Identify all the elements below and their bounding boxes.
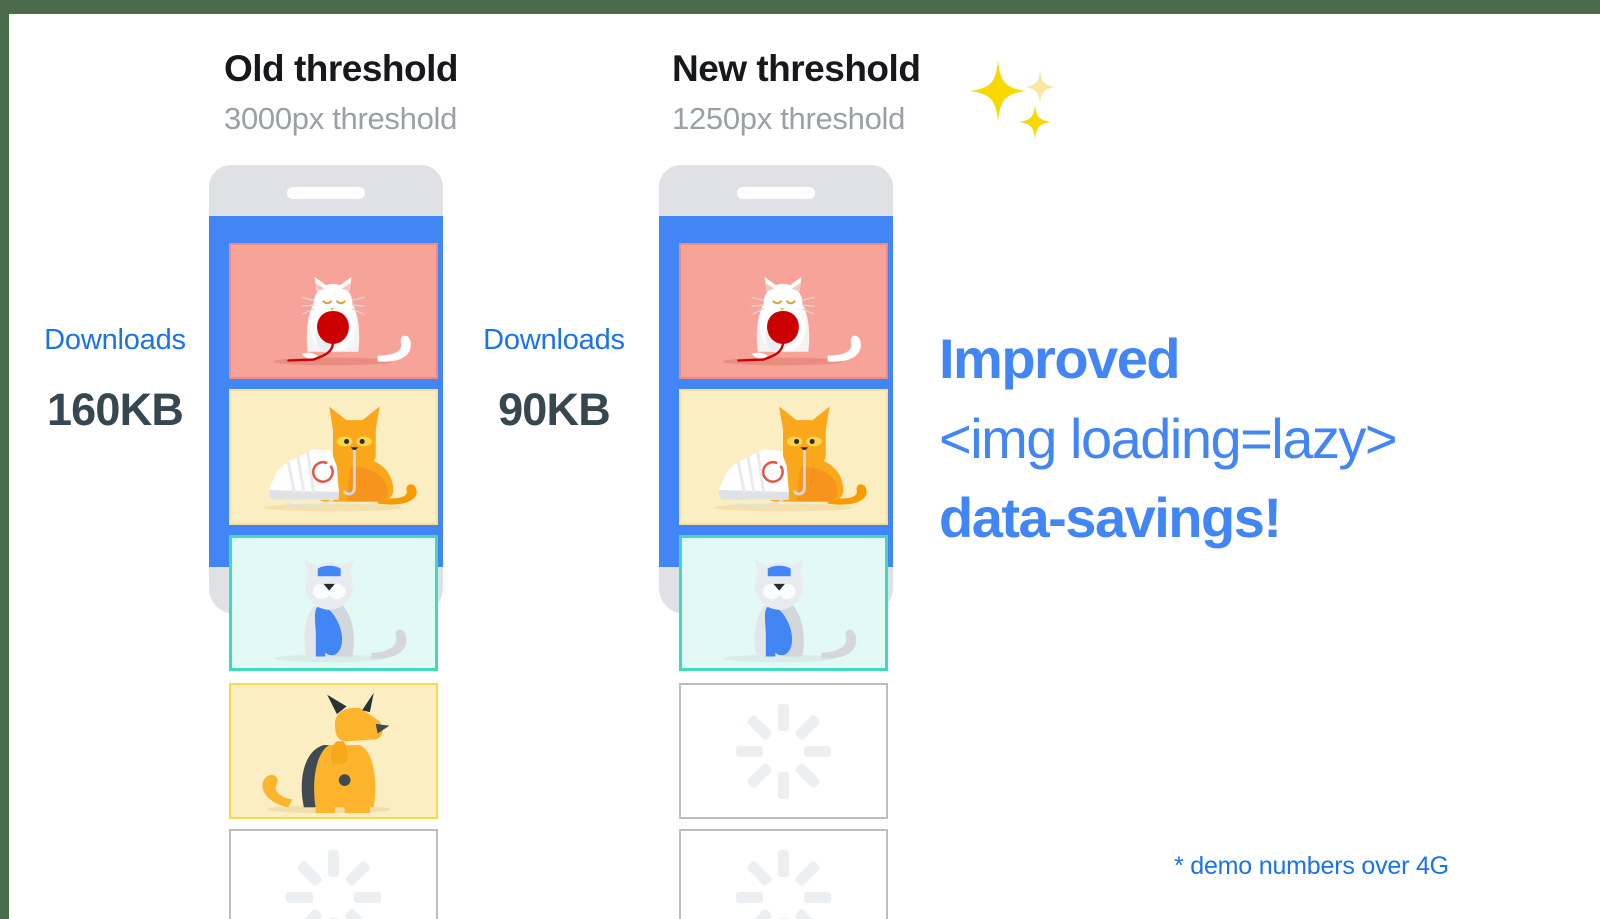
column-title-new: New threshold [672,48,921,89]
image-card-cat-white-yarn[interactable] [679,243,888,379]
image-card-dog-yellow[interactable] [229,683,438,819]
cat-orange-shoe-illustration [263,406,417,512]
image-card-placeholder-spinner[interactable] [679,683,888,819]
sparkles-glyph [970,60,1055,140]
headline-line-3: data-savings! [939,486,1282,550]
downloads-block-old: Downloads 160KB [25,324,205,435]
dog-yellow-illustration [262,692,392,814]
image-card-placeholder-spinner[interactable] [229,829,438,919]
loading-spinner-icon [681,685,886,817]
headline-block: Improved <img loading=lazy> data-savings… [939,319,1579,558]
image-card-cat-orange-shoe[interactable] [679,389,888,525]
loading-spinner-icon [231,831,436,919]
image-card-placeholder-spinner[interactable] [679,829,888,919]
image-card-cat-orange-shoe[interactable] [229,389,438,525]
downloads-label-new: Downloads [483,324,625,356]
downloads-value-new: 90KB [498,384,611,435]
column-title-old: Old threshold [224,48,459,89]
downloads-value-old: 160KB [46,384,184,435]
column-subtitle-old: 3000px threshold [224,100,458,136]
cat-white-yarn-illustration [722,277,861,366]
downloads-block-new: Downloads 90KB [464,324,644,435]
slide-background: Old threshold 3000px threshold New thres… [0,0,1600,919]
phone-speaker-icon [287,187,365,199]
headline-line-2: <img loading=lazy> [939,406,1398,470]
phone-speaker-icon [737,187,815,199]
image-card-cat-blue-grey[interactable] [229,535,438,671]
cat-white-yarn-illustration [272,277,411,366]
cat-orange-shoe-illustration [713,406,867,512]
column-heading-old: Old threshold 3000px threshold [224,48,459,136]
slide-canvas: Old threshold 3000px threshold New thres… [9,14,1600,919]
sparkles-icon [964,56,1060,142]
cat-blue-grey-illustration [723,559,857,663]
image-card-cat-white-yarn[interactable] [229,243,438,379]
downloads-label-old: Downloads [44,324,186,356]
cat-blue-grey-illustration [273,559,407,663]
column-subtitle-new: 1250px threshold [672,100,906,136]
loading-spinner-icon [681,831,886,919]
image-card-cat-blue-grey[interactable] [679,535,888,671]
column-heading-new: New threshold 1250px threshold [672,48,921,136]
footnote-text: * demo numbers over 4G [1174,852,1449,880]
headline-line-1: Improved [939,327,1181,390]
